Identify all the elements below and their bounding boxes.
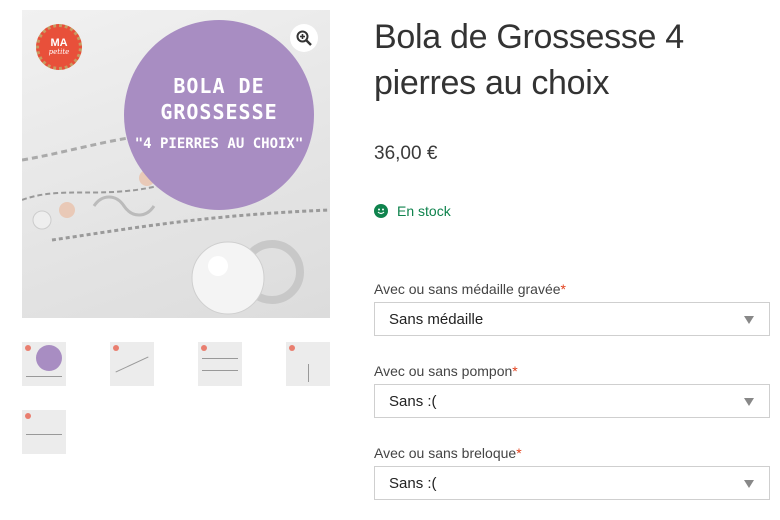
option-label: Avec ou sans médaille gravée*: [374, 281, 566, 297]
banner-line-2: GROSSESSE: [160, 100, 278, 124]
dropdown-arrow-icon: [744, 480, 754, 488]
thumbnail-1[interactable]: [22, 342, 66, 386]
option-label: Avec ou sans breloque*: [374, 445, 522, 461]
thumb-chain: [115, 356, 149, 373]
dropdown-arrow-icon: [744, 398, 754, 406]
breloque-select[interactable]: Sans :(: [374, 466, 770, 500]
logo-text-top: MA: [50, 37, 68, 49]
option-pompon: Avec ou sans pompon* Sans :(: [374, 363, 770, 418]
thumb-chain: [308, 364, 309, 382]
stock-status: En stock: [374, 203, 451, 219]
select-value: Sans :(: [389, 475, 437, 492]
logo-text-bottom: petite: [48, 48, 70, 56]
product-title: Bola de Grossesse 4 pierres au choix: [374, 18, 684, 102]
banner-line-3: "4 PIERRES AU CHOIX": [134, 136, 304, 152]
product-main-image[interactable]: BOLA DE GROSSESSE "4 PIERRES AU CHOIX" M…: [22, 10, 330, 318]
pompon-select[interactable]: Sans :(: [374, 384, 770, 418]
select-value: Sans :(: [389, 393, 437, 410]
thumb-banner: [36, 345, 62, 371]
required-marker: *: [516, 445, 522, 461]
option-label: Avec ou sans pompon*: [374, 363, 518, 379]
thumb-chain: [26, 434, 62, 435]
thumb-logo-dot: [25, 345, 31, 351]
product-price: 36,00 €: [374, 143, 438, 164]
smiley-icon: [374, 204, 388, 218]
title-banner-circle: BOLA DE GROSSESSE "4 PIERRES AU CHOIX": [124, 20, 314, 210]
select-value: Sans médaille: [389, 311, 484, 328]
banner-line-1: BOLA DE: [173, 74, 265, 98]
thumb-chain: [202, 358, 238, 359]
dropdown-arrow-icon: [744, 316, 754, 324]
stock-label: En stock: [397, 203, 451, 219]
required-marker: *: [512, 363, 518, 379]
thumb-chain: [202, 370, 238, 371]
brand-logo: MA petite: [36, 24, 82, 70]
thumb-logo-dot: [201, 345, 207, 351]
zoom-button[interactable]: [290, 24, 318, 52]
thumb-logo-dot: [289, 345, 295, 351]
magnifier-plus-icon: [296, 30, 312, 46]
thumb-logo-dot: [113, 345, 119, 351]
required-marker: *: [560, 281, 566, 297]
thumb-logo-dot: [25, 413, 31, 419]
thumbnail-4[interactable]: [286, 342, 330, 386]
thumbnail-3[interactable]: [198, 342, 242, 386]
option-breloque: Avec ou sans breloque* Sans :(: [374, 445, 770, 500]
thumbnail-5[interactable]: [22, 410, 66, 454]
thumb-chain: [26, 376, 62, 377]
thumbnail-2[interactable]: [110, 342, 154, 386]
medaille-select[interactable]: Sans médaille: [374, 302, 770, 336]
option-medaille: Avec ou sans médaille gravée* Sans médai…: [374, 281, 770, 336]
